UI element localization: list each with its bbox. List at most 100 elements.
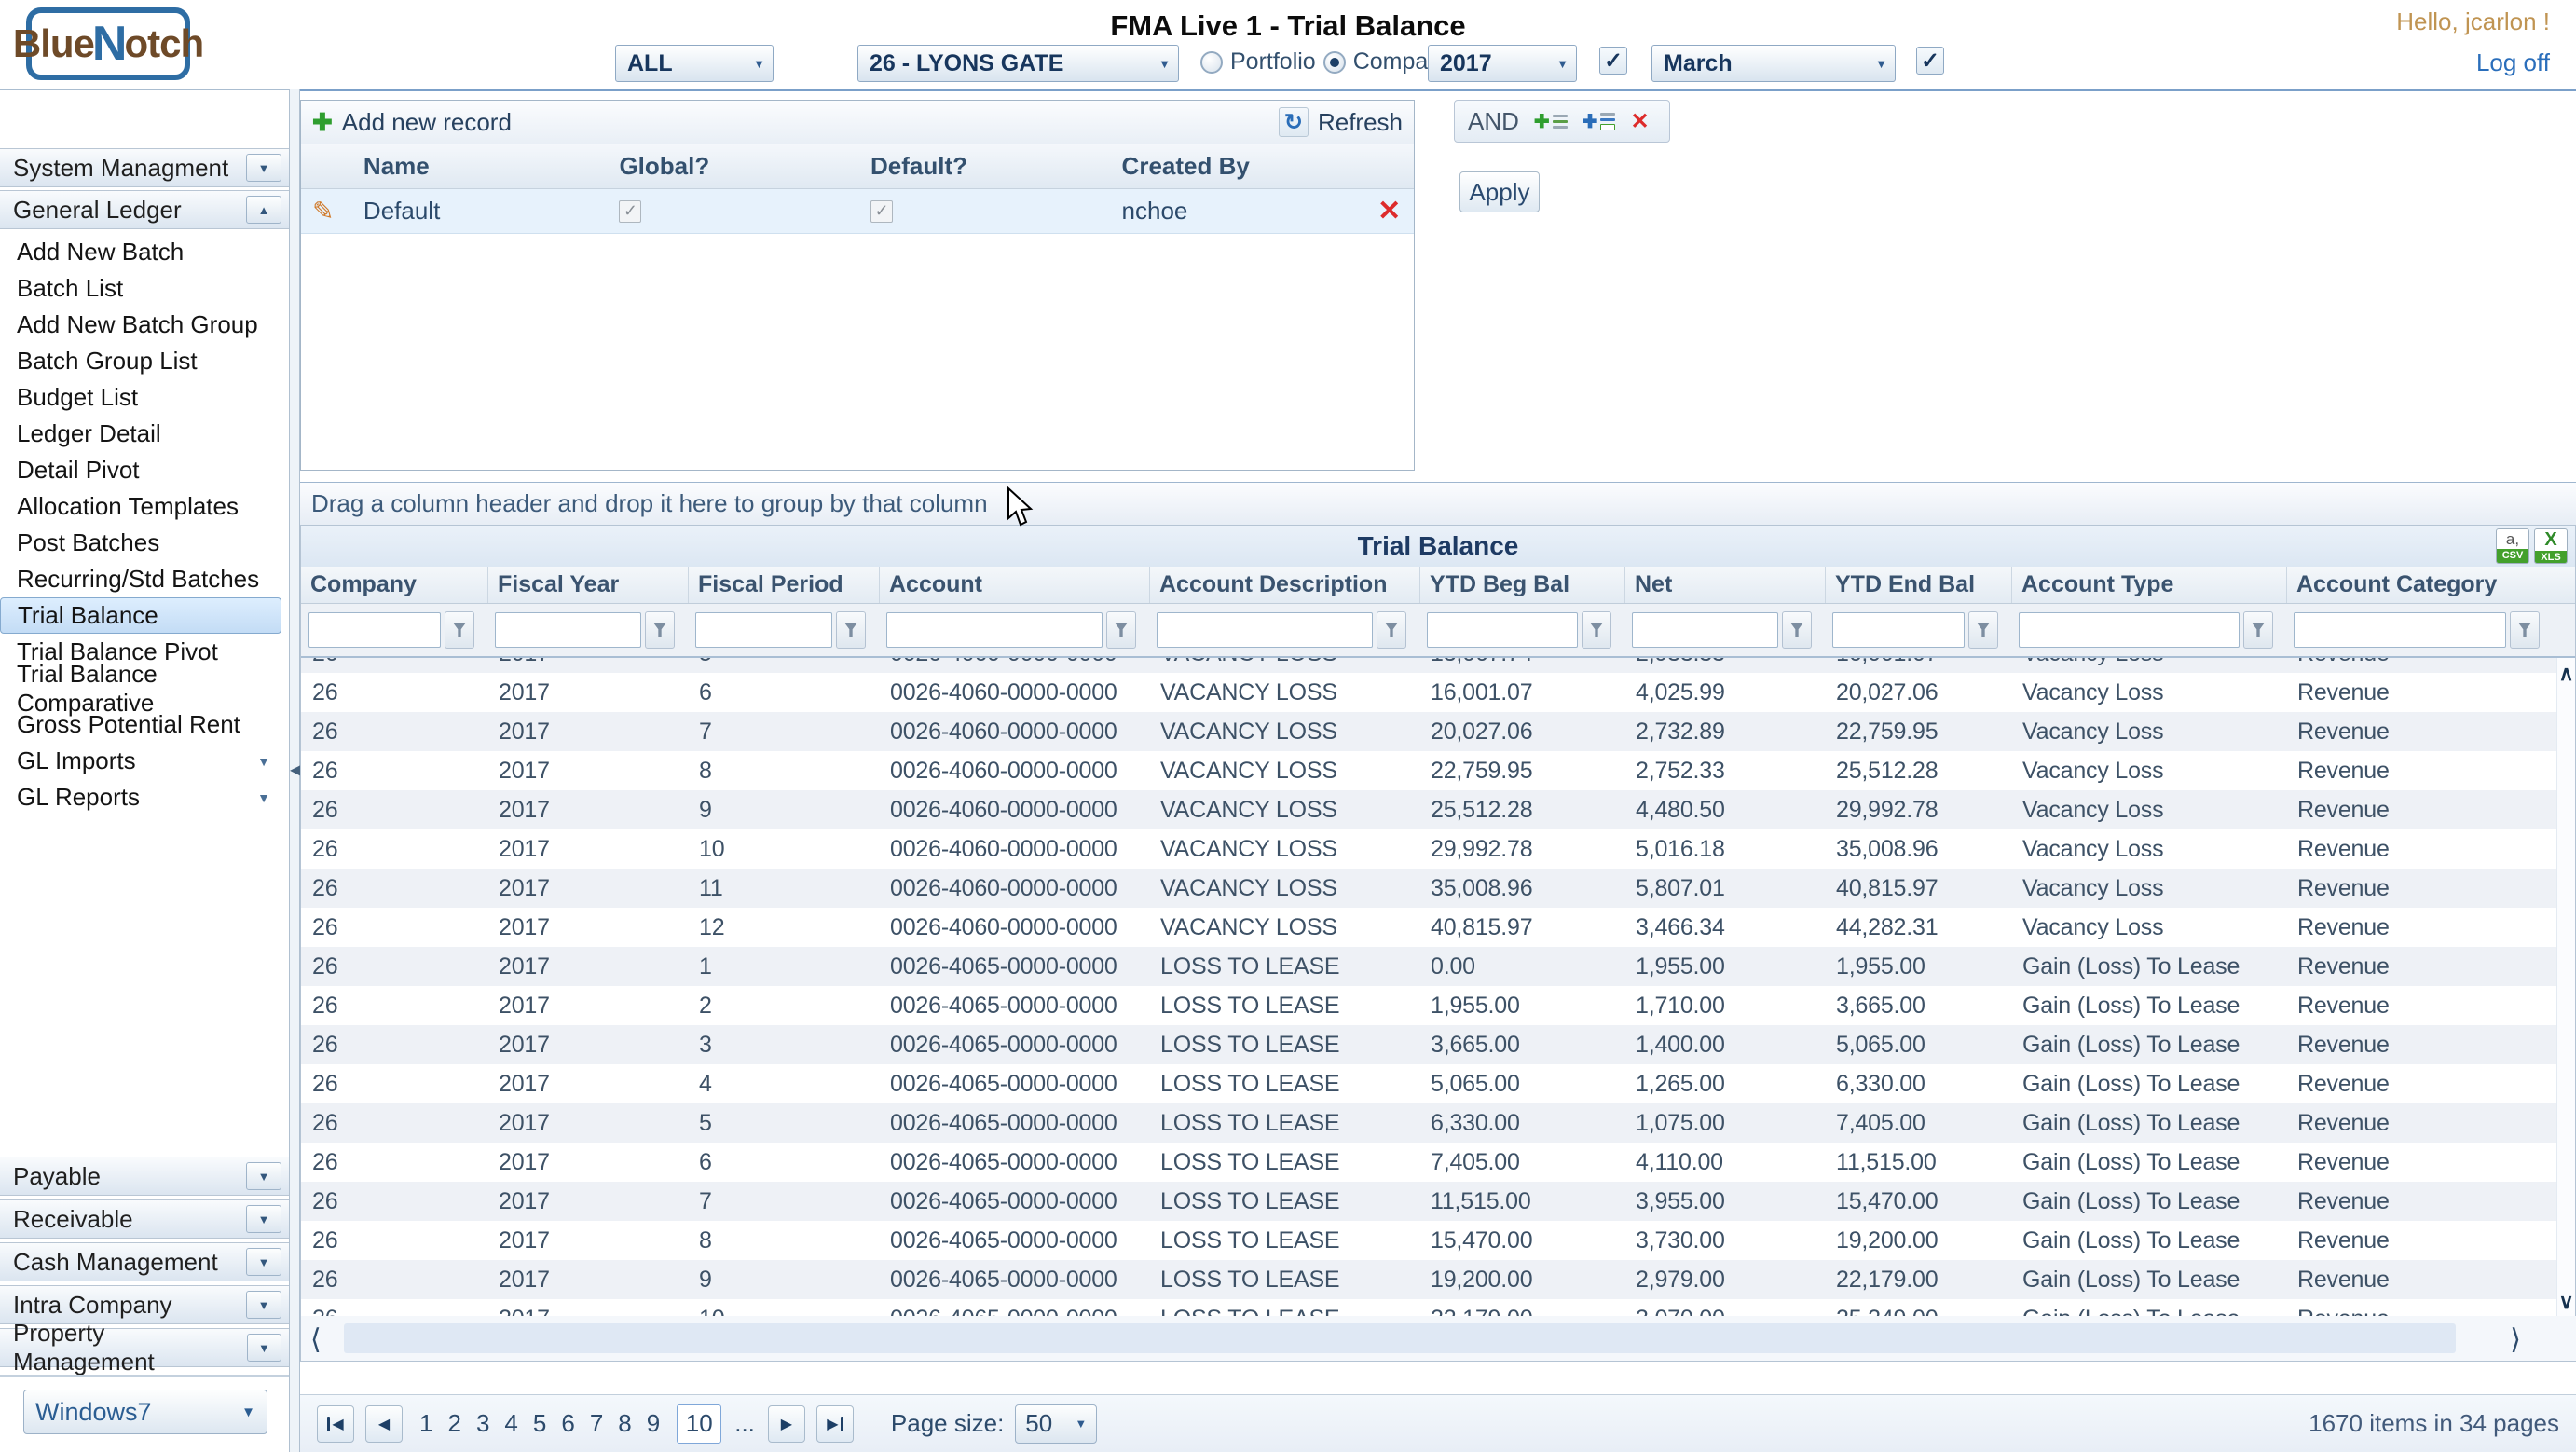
filter-input-account-category[interactable]	[2294, 612, 2506, 648]
delete-icon[interactable]: ✕	[1377, 195, 1401, 227]
sidebar-item-post-batches[interactable]: Post Batches	[0, 525, 289, 561]
apply-button[interactable]: Apply	[1459, 171, 1540, 212]
filter-input-fiscal-period[interactable]	[695, 612, 832, 648]
next-page-button[interactable]: ▶	[768, 1405, 805, 1443]
table-row[interactable]: 262017100026-4060-0000-0000VACANCY LOSS2…	[301, 829, 2575, 869]
refresh-icon[interactable]: ↻	[1279, 107, 1309, 137]
current-page-input[interactable]: 10	[677, 1404, 721, 1444]
column-header-fiscal-period[interactable]: Fiscal Period	[688, 567, 879, 603]
filter-funnel-button[interactable]	[836, 611, 866, 649]
expand-button[interactable]: ▲	[246, 196, 281, 224]
sidebar-item-trial-balance-comparative[interactable]: Trial Balance Comparative	[0, 670, 289, 706]
expand-button[interactable]: ▼	[246, 154, 281, 182]
column-header-name[interactable]: Name	[352, 152, 609, 181]
scroll-down-icon[interactable]: ∨	[2558, 1292, 2573, 1312]
table-row[interactable]: 26201760026-4065-0000-0000LOSS TO LEASE7…	[301, 1143, 2575, 1182]
page-link-4[interactable]: 4	[504, 1409, 517, 1438]
sidebar-item-trial-balance[interactable]: Trial Balance	[0, 597, 281, 634]
expand-button[interactable]: ▼	[246, 1205, 281, 1233]
sidebar-item-batch-group-list[interactable]: Batch Group List	[0, 343, 289, 379]
column-header-account-description[interactable]: Account Description	[1149, 567, 1419, 603]
export-xls-icon[interactable]: X XLS	[2534, 528, 2568, 564]
month-checkbox[interactable]: ✓	[1916, 47, 1944, 75]
column-header-net[interactable]: Net	[1624, 567, 1825, 603]
page-link-5[interactable]: 5	[533, 1409, 546, 1438]
column-header-ytd-end-bal[interactable]: YTD End Bal	[1825, 567, 2011, 603]
scroll-left-icon[interactable]: ⟨	[310, 1323, 322, 1356]
prev-page-button[interactable]: ◀	[365, 1405, 403, 1443]
log-off-link[interactable]: Log off	[2476, 48, 2550, 77]
month-dropdown[interactable]: March ▼	[1651, 45, 1896, 82]
table-row[interactable]: 26201770026-4060-0000-0000VACANCY LOSS20…	[301, 712, 2575, 751]
page-link-2[interactable]: 2	[447, 1409, 460, 1438]
sidebar-item-add-new-batch-group[interactable]: Add New Batch Group	[0, 307, 289, 343]
sidebar-item-detail-pivot[interactable]: Detail Pivot	[0, 452, 289, 488]
filter-funnel-button[interactable]	[1782, 611, 1812, 649]
filter-input-ytd-beg-bal[interactable]	[1427, 612, 1578, 648]
theme-dropdown[interactable]: Windows7 ▼	[23, 1390, 267, 1434]
last-page-button[interactable]: ▶	[816, 1405, 854, 1443]
export-csv-icon[interactable]: a, CSV	[2496, 528, 2529, 564]
table-row[interactable]: 26201790026-4060-0000-0000VACANCY LOSS25…	[301, 790, 2575, 829]
expand-button[interactable]: ▼	[247, 1334, 281, 1362]
page-link-9[interactable]: 9	[647, 1409, 660, 1438]
filter-funnel-button[interactable]	[2510, 611, 2540, 649]
filter-input-account-type[interactable]	[2019, 612, 2240, 648]
group-by-drop-zone[interactable]: Drag a column header and drop it here to…	[300, 482, 2576, 525]
year-dropdown[interactable]: 2017 ▼	[1428, 45, 1577, 82]
filter-funnel-button[interactable]	[645, 611, 675, 649]
table-row[interactable]: 26201730026-4065-0000-0000LOSS TO LEASE3…	[301, 1025, 2575, 1064]
page-link-7[interactable]: 7	[590, 1409, 603, 1438]
page-link-1[interactable]: 1	[419, 1409, 432, 1438]
table-row[interactable]: 26201770026-4065-0000-0000LOSS TO LEASE1…	[301, 1182, 2575, 1221]
table-row[interactable]: 26201760026-4060-0000-0000VACANCY LOSS16…	[301, 673, 2575, 712]
scroll-right-icon[interactable]: ⟩	[2510, 1323, 2521, 1356]
vertical-scrollbar[interactable]: ∧ ∨	[2556, 658, 2575, 1318]
page-size-dropdown[interactable]: 50 ▼	[1015, 1404, 1097, 1444]
year-checkbox[interactable]: ✓	[1599, 47, 1627, 75]
sidebar-item-gl-imports[interactable]: GL Imports▼	[0, 743, 289, 779]
table-row[interactable]: 26201750026-4060-0000-0000VACANCY LOSS13…	[301, 658, 2575, 673]
panel-splitter[interactable]: ◀	[289, 89, 300, 1452]
sidebar-section-cash-management[interactable]: Cash Management▼	[0, 1242, 289, 1281]
sidebar-section-property-management[interactable]: Property Management▼	[0, 1328, 289, 1367]
table-row[interactable]: 26201790026-4065-0000-0000LOSS TO LEASE1…	[301, 1260, 2575, 1299]
sidebar-item-add-new-batch[interactable]: Add New Batch	[0, 234, 289, 270]
page-link-6[interactable]: 6	[561, 1409, 574, 1438]
table-row[interactable]: 26201780026-4060-0000-0000VACANCY LOSS22…	[301, 751, 2575, 790]
filter-operator[interactable]: AND	[1468, 107, 1519, 136]
filter-funnel-button[interactable]	[1968, 611, 1998, 649]
column-header-account-category[interactable]: Account Category	[2286, 567, 2553, 603]
sidebar-section-receivable[interactable]: Receivable▼	[0, 1199, 289, 1239]
portfolio-radio[interactable]	[1200, 51, 1223, 74]
add-new-record-button[interactable]: Add new record	[342, 108, 512, 137]
table-row[interactable]: 262017100026-4065-0000-0000LOSS TO LEASE…	[301, 1299, 2575, 1318]
page-link-3[interactable]: 3	[476, 1409, 489, 1438]
filter-funnel-button[interactable]	[1582, 611, 1611, 649]
table-row[interactable]: 26201750026-4065-0000-0000LOSS TO LEASE6…	[301, 1103, 2575, 1143]
table-row[interactable]: 262017110026-4060-0000-0000VACANCY LOSS3…	[301, 869, 2575, 908]
edit-pencil-icon[interactable]: ✎	[312, 196, 334, 226]
expand-button[interactable]: ▼	[246, 1291, 281, 1319]
sidebar-item-budget-list[interactable]: Budget List	[0, 379, 289, 416]
add-group-button[interactable]: ✚	[1583, 110, 1616, 133]
first-page-button[interactable]: ◀	[317, 1405, 354, 1443]
sidebar-item-recurring-std-batches[interactable]: Recurring/Std Batches	[0, 561, 289, 597]
expand-button[interactable]: ▼	[246, 1248, 281, 1276]
sidebar-item-gl-reports[interactable]: GL Reports▼	[0, 779, 289, 815]
filter-input-account-description[interactable]	[1157, 612, 1373, 648]
filter-funnel-button[interactable]	[1106, 611, 1136, 649]
horizontal-scrollbar[interactable]: ⟨ ⟩	[301, 1316, 2576, 1361]
column-header-default[interactable]: Default?	[859, 152, 1111, 181]
sidebar-item-ledger-detail[interactable]: Ledger Detail	[0, 416, 289, 452]
company-dropdown[interactable]: 26 - LYONS GATE ▼	[857, 45, 1179, 82]
company-radio[interactable]	[1323, 51, 1346, 74]
scroll-up-icon[interactable]: ∧	[2558, 664, 2573, 684]
sidebar-section-system-managment[interactable]: System Managment▼	[0, 148, 289, 187]
table-row[interactable]: ✎ Default ✓ ✓ nchoe ✕	[301, 189, 1414, 234]
filter-input-account[interactable]	[886, 612, 1103, 648]
refresh-button[interactable]: Refresh	[1318, 108, 1403, 137]
table-row[interactable]: 26201780026-4065-0000-0000LOSS TO LEASE1…	[301, 1221, 2575, 1260]
expand-button[interactable]: ▼	[246, 1162, 281, 1190]
column-header-account-type[interactable]: Account Type	[2011, 567, 2286, 603]
